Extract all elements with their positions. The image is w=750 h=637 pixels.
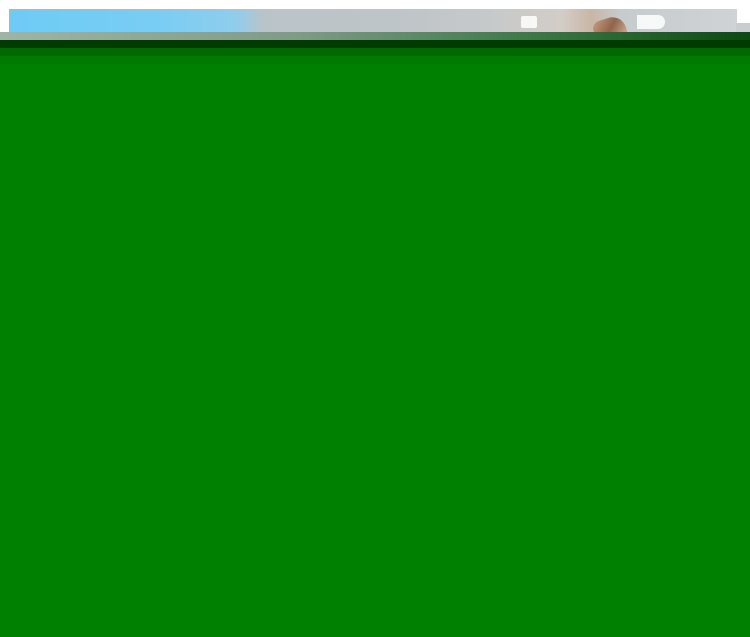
background-text-fragment — [637, 15, 665, 29]
panel-body — [0, 64, 750, 637]
panel-top-edge — [0, 32, 750, 40]
panel-header-fade — [0, 56, 750, 64]
panel-header-bar — [0, 40, 750, 48]
background-text-fragment — [521, 16, 537, 28]
green-overlay-panel — [0, 32, 750, 637]
panel-header-shadow — [0, 48, 750, 56]
screen — [0, 0, 750, 637]
